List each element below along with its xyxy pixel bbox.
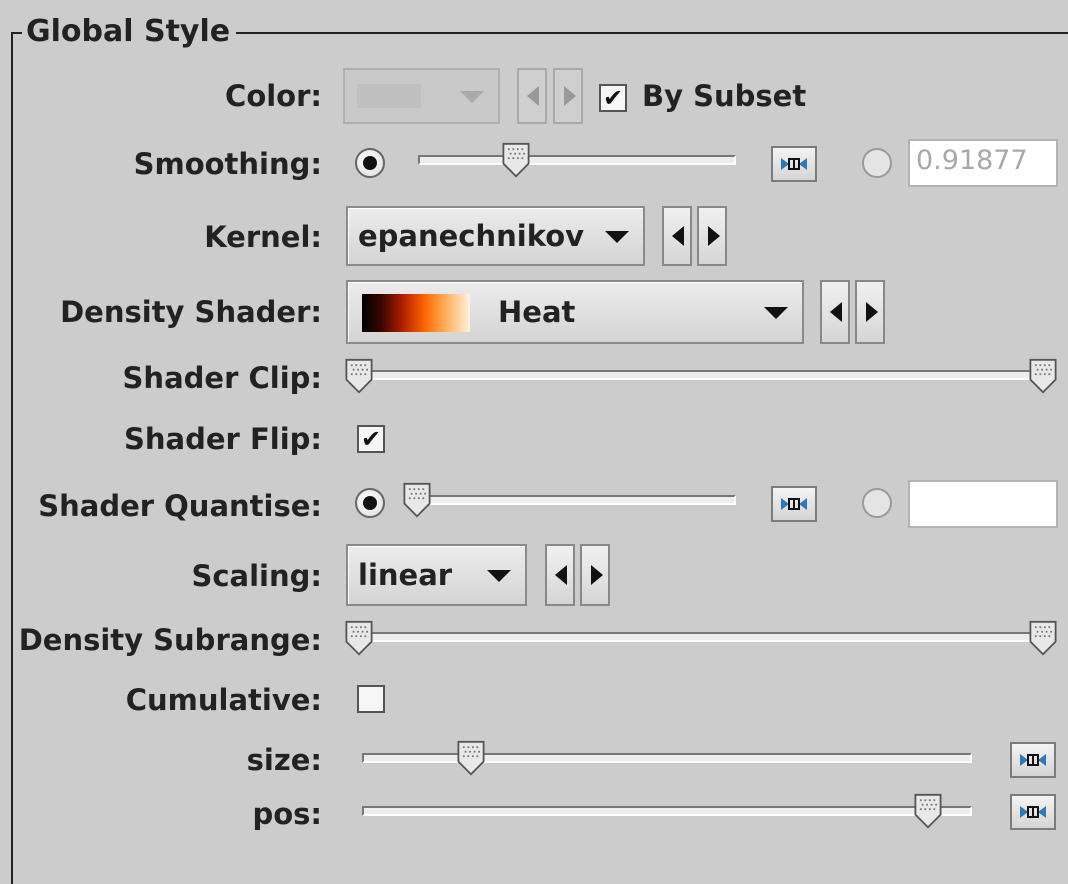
smoothing-label: Smoothing: (133, 147, 322, 181)
size-label: size: (246, 743, 322, 777)
chevron-down-icon (460, 91, 484, 103)
heat-colormap-swatch (362, 294, 470, 332)
density-subrange-track[interactable] (360, 632, 1050, 642)
checkmark-icon: ✔ (602, 84, 624, 112)
shader-flip-label: Shader Flip: (124, 422, 322, 456)
color-swatch (357, 84, 421, 108)
density-shader-dropdown[interactable]: Heat (346, 280, 804, 344)
shader-next-button[interactable] (855, 280, 885, 344)
density-subrange-label: Density Subrange: (18, 623, 322, 657)
pos-slider-thumb[interactable] (913, 793, 943, 829)
shader-clip-high-thumb[interactable] (1028, 358, 1058, 394)
reset-icon (781, 498, 807, 510)
chevron-down-icon (605, 231, 629, 243)
smoothing-slider-track[interactable] (418, 155, 736, 165)
panel-title: Global Style (22, 14, 237, 50)
shader-clip-label: Shader Clip: (122, 361, 322, 395)
kernel-prev-button[interactable] (662, 206, 692, 266)
checkmark-icon: ✔ (360, 425, 382, 453)
reset-icon (781, 158, 807, 170)
reset-icon (1020, 806, 1046, 818)
chevron-down-icon (764, 307, 788, 319)
smoothing-slider-radio[interactable] (355, 148, 385, 178)
color-dropdown (343, 68, 500, 124)
scaling-value: linear (358, 558, 453, 592)
quantise-slider-radio[interactable] (355, 488, 385, 518)
density-shader-value: Heat (498, 295, 576, 329)
pos-label: pos: (252, 797, 322, 831)
density-subrange-low-thumb[interactable] (344, 620, 374, 656)
chevron-down-icon (487, 570, 511, 582)
smoothing-reset-button[interactable] (771, 146, 817, 182)
quantise-reset-button[interactable] (771, 486, 817, 522)
color-next-button (553, 68, 583, 124)
scaling-label: Scaling: (191, 559, 322, 593)
scaling-prev-button[interactable] (545, 544, 575, 606)
shader-quantise-label: Shader Quantise: (38, 489, 322, 523)
quantise-slider-track[interactable] (418, 495, 736, 505)
shader-clip-track[interactable] (360, 370, 1050, 380)
by-subset-checkbox[interactable]: ✔ (599, 84, 627, 112)
shader-clip-low-thumb[interactable] (344, 358, 374, 394)
color-label: Color: (225, 79, 322, 113)
smoothing-slider-thumb[interactable] (501, 142, 531, 178)
pos-reset-button[interactable] (1010, 794, 1056, 830)
quantise-slider-thumb[interactable] (402, 482, 432, 518)
size-slider-thumb[interactable] (456, 740, 486, 776)
cumulative-checkbox[interactable] (357, 685, 385, 713)
kernel-next-button[interactable] (697, 206, 727, 266)
shader-prev-button[interactable] (820, 280, 850, 344)
by-subset-label: By Subset (642, 79, 807, 113)
density-subrange-high-thumb[interactable] (1028, 620, 1058, 656)
size-slider-track[interactable] (362, 753, 972, 763)
density-shader-label: Density Shader: (60, 295, 322, 329)
kernel-dropdown[interactable]: epanechnikov (346, 206, 645, 266)
kernel-value: epanechnikov (358, 219, 585, 253)
cumulative-label: Cumulative: (125, 683, 322, 717)
smoothing-text-radio[interactable] (862, 148, 892, 178)
kernel-label: Kernel: (204, 220, 322, 254)
reset-icon (1020, 754, 1046, 766)
scaling-dropdown[interactable]: linear (346, 544, 527, 606)
size-reset-button[interactable] (1010, 742, 1056, 778)
scaling-next-button[interactable] (580, 544, 610, 606)
quantise-value-field[interactable] (908, 480, 1058, 528)
shader-flip-checkbox[interactable]: ✔ (357, 425, 385, 453)
pos-slider-track[interactable] (362, 806, 972, 816)
smoothing-value-field[interactable]: 0.91877 (908, 139, 1058, 187)
color-prev-button (517, 68, 547, 124)
quantise-text-radio[interactable] (862, 488, 892, 518)
